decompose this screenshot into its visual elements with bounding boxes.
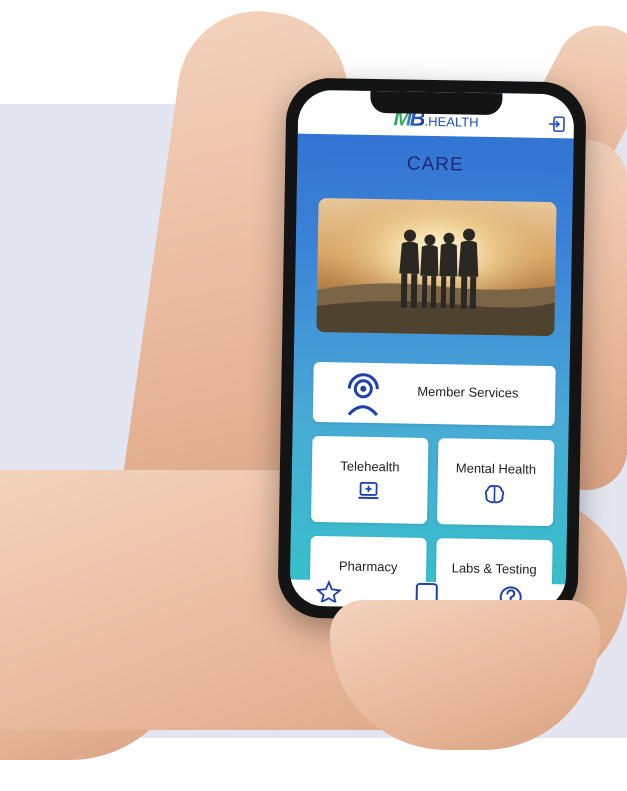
- phone: MB .HEALTH CARE Member Services Teleheal…: [277, 77, 587, 623]
- brain-icon: [483, 483, 505, 510]
- headset-person-icon: [343, 368, 384, 422]
- stage: MB .HEALTH CARE Member Services Teleheal…: [0, 0, 627, 791]
- pharmacy-label: Pharmacy: [338, 558, 398, 575]
- phone-screen: MB .HEALTH CARE Member Services Teleheal…: [289, 89, 575, 611]
- labs-testing-label: Labs & Testing: [451, 560, 537, 577]
- mental-health-button[interactable]: Mental Health: [436, 438, 555, 527]
- telehealth-button[interactable]: Telehealth: [310, 435, 429, 524]
- phone-notch: [370, 90, 503, 116]
- page-title: CARE: [406, 153, 464, 176]
- logout-icon[interactable]: [548, 116, 566, 133]
- star-icon[interactable]: [315, 579, 342, 607]
- member-services-label: Member Services: [417, 383, 519, 401]
- hero-image: [316, 197, 557, 337]
- logo-text: .HEALTH: [424, 113, 479, 130]
- telehealth-label: Telehealth: [340, 458, 400, 475]
- mental-health-label: Mental Health: [455, 460, 537, 477]
- member-services-button[interactable]: Member Services: [312, 361, 556, 427]
- laptop-medical-icon: [357, 481, 379, 506]
